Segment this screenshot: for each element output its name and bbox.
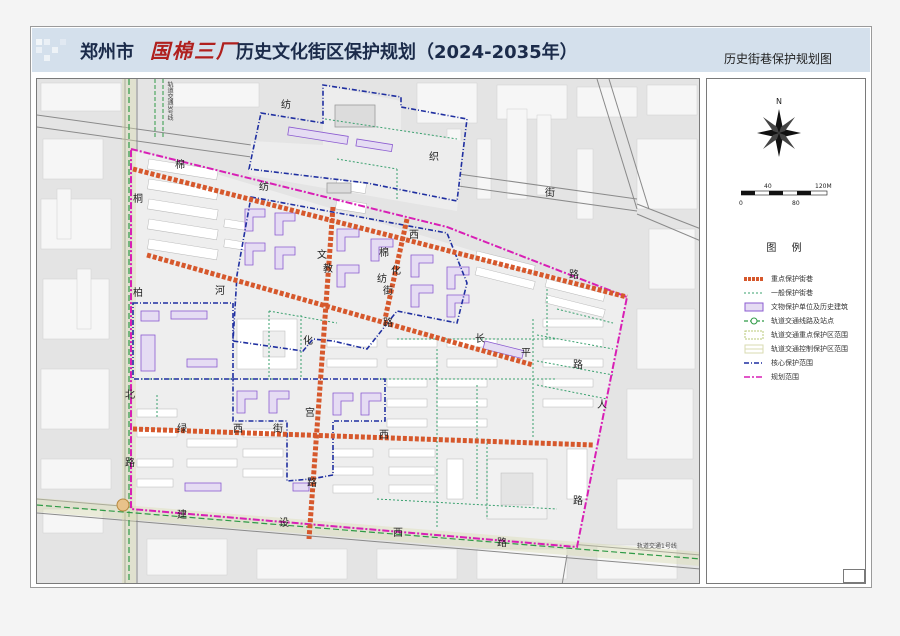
legend-item: 重点保护街巷: [743, 273, 813, 285]
legend-label: 文物保护单位及历史建筑: [771, 303, 848, 311]
legend-item: 一般保护街巷: [743, 287, 813, 299]
street-label: 路: [497, 538, 507, 549]
street-label: 长: [475, 334, 485, 345]
scale-bar-icon: [741, 190, 828, 196]
legend-label: 规划范围: [771, 373, 799, 381]
legend-label: 核心保护范围: [771, 359, 813, 367]
street-label: 柏: [133, 288, 143, 299]
street-label: 路: [573, 360, 583, 371]
street-label: 西: [393, 528, 403, 539]
page-title: 历史文化街区保护规划（2024-2035年）: [236, 42, 578, 63]
legend-heritage-icon: [744, 302, 764, 312]
legend-key-street-icon: [744, 277, 764, 281]
legend-label: 重点保护街巷: [771, 275, 813, 283]
map-canvas[interactable]: 纺 织 街 棉 纺 西 路 桐 柏 北 路 河 文 化 教 化 宫 路 棉 纺 …: [36, 78, 700, 584]
legend-item: 轨道交通重点保护区范围: [743, 329, 848, 341]
transit-station-icon: [116, 498, 130, 512]
title-brand: 国棉三厂: [150, 39, 238, 63]
street-label: 人: [597, 400, 607, 411]
street-label: 棉: [175, 160, 185, 171]
street-label: 路: [307, 478, 317, 489]
street-label: 街: [545, 188, 555, 199]
street-label: 路: [125, 458, 135, 469]
legend-core-icon: [744, 362, 764, 364]
corner-box: [843, 569, 865, 583]
transit-label-line1: 轨道交通1号线: [637, 543, 677, 550]
street-label: 绿: [177, 424, 187, 435]
title-city: 郑州市: [80, 42, 134, 63]
legend-general-street-icon: [744, 292, 764, 294]
street-label: 棉: [379, 248, 389, 259]
street-label: 化: [303, 336, 313, 347]
scale-label: 120M: [815, 183, 832, 190]
street-label: 纺: [281, 100, 291, 111]
street-label: 纺: [259, 182, 269, 193]
scale-label: 40: [764, 183, 772, 190]
legend-item: 文物保护单位及历史建筑: [743, 301, 848, 313]
street-label: 西: [409, 230, 419, 241]
street-label: 路: [573, 496, 583, 507]
street-label: 街: [383, 286, 393, 297]
street-label: 北: [125, 390, 135, 401]
street-label: 桐: [133, 194, 143, 205]
street-label: 建: [177, 510, 187, 521]
scale-label: 0: [739, 200, 743, 207]
street-label: 化: [391, 266, 401, 277]
legend-item: 轨道交通控制保护区范围: [743, 343, 848, 355]
legend-title: 图 例: [766, 243, 808, 254]
north-label: N: [776, 97, 782, 106]
street-label: 路: [383, 318, 393, 329]
street-label: 纺: [377, 274, 387, 285]
legend-item: 核心保护范围: [743, 357, 813, 369]
street-label: 平: [521, 348, 531, 359]
map-svg: [37, 79, 699, 583]
scale-label: 80: [792, 200, 800, 207]
map-subtitle: 历史街巷保护规划图: [724, 52, 833, 66]
title-decoration-icon: [34, 36, 74, 66]
street-label: 西: [379, 430, 389, 441]
street-label: 设: [279, 518, 289, 529]
legend-transit-key-icon: [744, 330, 764, 340]
legend-panel: N 0 40 80 120M 图 例 重点保护街巷 一般保护街巷 文物保护单位及…: [706, 78, 866, 584]
legend-label: 轨道交通控制保护区范围: [771, 345, 848, 353]
legend-transit-icon: [744, 317, 764, 325]
street-label: 织: [429, 152, 439, 163]
legend-item: 轨道交通线路及站点: [743, 315, 834, 327]
legend-label: 轨道交通线路及站点: [771, 317, 834, 325]
legend-label: 轨道交通重点保护区范围: [771, 331, 848, 339]
street-label: 河: [215, 286, 225, 297]
north-arrow-icon: [757, 109, 801, 157]
street-label: 文: [317, 250, 327, 261]
street-label: 路: [569, 270, 579, 281]
street-label: 宫: [305, 408, 315, 419]
street-label: 西: [233, 424, 243, 435]
transit-label-line3: 轨道交通3号线: [166, 81, 173, 121]
legend-item: 规划范围: [743, 371, 799, 383]
legend-transit-control-icon: [744, 344, 764, 354]
street-label: 教: [323, 264, 333, 275]
legend-label: 一般保护街巷: [771, 289, 813, 297]
legend-planning-icon: [744, 376, 764, 378]
street-label: 街: [273, 424, 283, 435]
